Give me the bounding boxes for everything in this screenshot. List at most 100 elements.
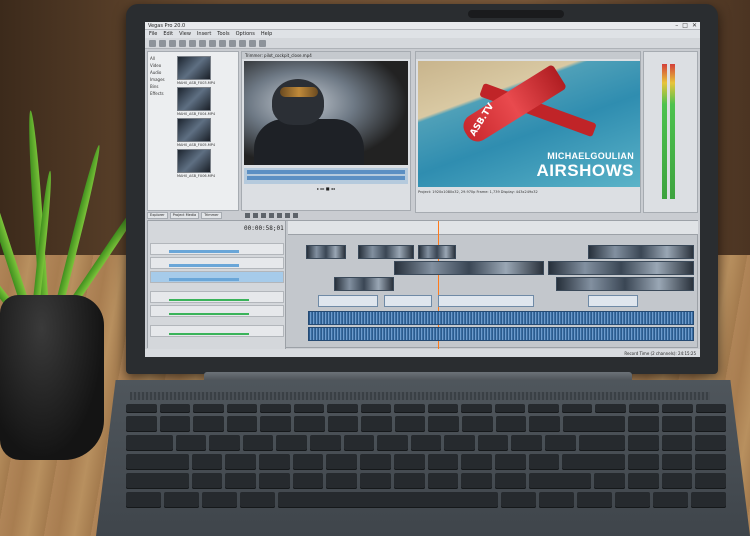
media-thumbnail[interactable] (177, 87, 211, 111)
key[interactable] (126, 492, 161, 508)
key[interactable] (126, 473, 189, 489)
key[interactable] (427, 473, 459, 489)
video-clip[interactable] (306, 245, 346, 259)
menu-file[interactable]: File (149, 31, 157, 37)
key[interactable] (444, 435, 475, 451)
key[interactable] (528, 473, 592, 489)
key[interactable] (595, 404, 626, 413)
key[interactable] (163, 492, 199, 508)
key[interactable] (562, 416, 626, 432)
play-icon[interactable] (261, 213, 266, 218)
key[interactable] (661, 473, 693, 489)
key[interactable] (326, 473, 358, 489)
key[interactable] (695, 473, 727, 489)
key[interactable] (126, 416, 157, 432)
key[interactable] (260, 416, 291, 432)
key[interactable] (327, 404, 358, 413)
audio-waveform[interactable] (308, 311, 694, 325)
track-header-audio[interactable] (150, 305, 284, 317)
key[interactable] (627, 473, 659, 489)
key[interactable] (360, 454, 391, 470)
menu-insert[interactable]: Insert (197, 31, 211, 37)
key[interactable] (545, 435, 576, 451)
key[interactable] (193, 404, 224, 413)
track-header-audio[interactable] (150, 291, 284, 303)
help-icon[interactable] (259, 39, 266, 47)
preview-frame[interactable]: ASB.TV MICHAELGOULIAN AIRSHOWS (418, 61, 640, 187)
key[interactable] (528, 454, 560, 470)
key[interactable] (209, 435, 240, 451)
key[interactable] (691, 492, 726, 508)
key[interactable] (225, 473, 257, 489)
key[interactable] (360, 473, 391, 489)
key[interactable] (293, 404, 324, 413)
key[interactable] (126, 435, 173, 451)
key[interactable] (191, 454, 223, 470)
key[interactable] (239, 492, 275, 508)
tree-item[interactable]: Bins (150, 84, 172, 91)
key[interactable] (159, 416, 191, 432)
key[interactable] (292, 454, 324, 470)
key[interactable] (528, 404, 559, 413)
media-thumbnail[interactable] (177, 118, 211, 142)
key[interactable] (511, 435, 543, 451)
menu-options[interactable]: Options (236, 31, 255, 37)
key[interactable] (695, 435, 726, 451)
tree-item[interactable]: All (150, 56, 172, 63)
key[interactable] (309, 435, 341, 451)
key[interactable] (461, 454, 492, 470)
key[interactable] (615, 492, 651, 508)
key[interactable] (259, 473, 290, 489)
key[interactable] (561, 404, 592, 413)
key[interactable] (276, 435, 307, 451)
snap-icon[interactable] (239, 39, 246, 47)
key[interactable] (495, 416, 527, 432)
key[interactable] (394, 404, 425, 413)
media-thumbnail[interactable] (177, 56, 211, 80)
undo-icon[interactable] (189, 39, 196, 47)
tab-trimmer[interactable]: Trimmer (201, 212, 222, 219)
key[interactable] (393, 454, 425, 470)
render-icon[interactable] (179, 39, 186, 47)
close-icon[interactable]: ✕ (692, 22, 697, 29)
audio-clip[interactable] (318, 295, 378, 307)
key[interactable] (494, 454, 526, 470)
audio-clip[interactable] (384, 295, 432, 307)
track-header-video[interactable] (150, 257, 284, 269)
key[interactable] (501, 492, 537, 508)
audio-clip[interactable] (588, 295, 638, 307)
key[interactable] (661, 454, 693, 470)
key[interactable] (529, 416, 560, 432)
key[interactable] (326, 454, 358, 470)
envelope-tool-icon[interactable] (249, 39, 256, 47)
key[interactable] (628, 404, 659, 413)
spacebar[interactable] (277, 492, 499, 508)
key[interactable] (242, 435, 274, 451)
key[interactable] (126, 404, 157, 413)
key[interactable] (226, 404, 257, 413)
tree-item[interactable]: Audio (150, 70, 172, 77)
tree-item[interactable]: Effects (150, 91, 172, 98)
key[interactable] (193, 416, 224, 432)
tree-item[interactable]: Images (150, 77, 172, 84)
key[interactable] (578, 435, 626, 451)
key[interactable] (201, 492, 237, 508)
menu-view[interactable]: View (179, 31, 191, 37)
audio-clip[interactable] (438, 295, 534, 307)
paste-icon[interactable] (229, 39, 236, 47)
key[interactable] (477, 435, 509, 451)
key[interactable] (695, 416, 726, 432)
key[interactable] (539, 492, 575, 508)
key[interactable] (653, 492, 689, 508)
track-header-video[interactable] (150, 243, 284, 255)
tree-item[interactable]: Video (150, 63, 172, 70)
key[interactable] (594, 473, 625, 489)
key[interactable] (494, 473, 526, 489)
key[interactable] (343, 435, 375, 451)
rewind-icon[interactable] (285, 213, 290, 218)
key[interactable] (126, 454, 189, 470)
redo-icon[interactable] (199, 39, 206, 47)
key[interactable] (393, 473, 425, 489)
key[interactable] (577, 492, 613, 508)
key[interactable] (293, 416, 325, 432)
